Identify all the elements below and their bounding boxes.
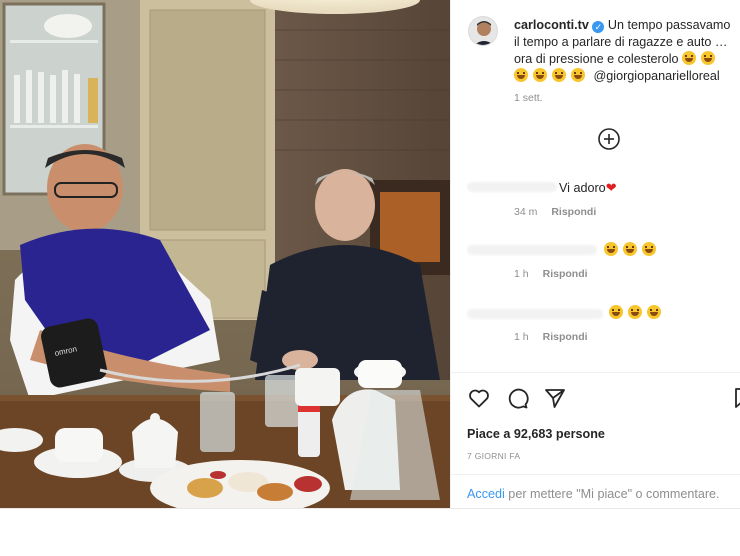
- plus-circle-icon: [598, 128, 620, 150]
- post-date[interactable]: 7 GIORNI FA: [467, 451, 520, 461]
- divider: [451, 474, 740, 475]
- laughing-emoji-icon: [682, 51, 720, 66]
- caption-timestamp: 1 sett.: [514, 92, 543, 104]
- comment-meta: 1 h Rispondi: [514, 268, 588, 280]
- avatar-image: [469, 17, 497, 45]
- heart-emoji-icon: ❤: [605, 180, 617, 195]
- comment-button[interactable]: [505, 386, 529, 410]
- reply-button[interactable]: Rispondi: [551, 206, 596, 218]
- divider: [451, 372, 740, 373]
- mention-link[interactable]: @giorgiopanarielloreal: [594, 69, 720, 83]
- blurred-username: [467, 182, 557, 192]
- comment-meta: 1 h Rispondi: [514, 331, 588, 343]
- comment-item: [609, 305, 666, 320]
- comment-item: [604, 242, 661, 257]
- laughing-emoji-icon: [514, 68, 590, 83]
- blurred-username: [467, 245, 597, 255]
- load-more-comments-button[interactable]: [597, 127, 621, 151]
- avatar[interactable]: [468, 16, 498, 46]
- page-footer-strip: [0, 508, 740, 556]
- laughing-emoji-icon: [609, 305, 666, 320]
- comment-meta: 34 m Rispondi: [514, 206, 596, 218]
- heart-outline-icon: [469, 389, 489, 408]
- photo-illustration: omron: [0, 0, 450, 508]
- comment-icon: [508, 388, 529, 409]
- post-photo[interactable]: omron: [0, 0, 450, 508]
- login-prompt: Accedi per mettere "Mi piace" o commenta…: [467, 487, 720, 501]
- comment-item: Vi adoro❤: [559, 180, 617, 196]
- post-caption: carloconti.tv ✓ Un tempo passavamo il te…: [514, 17, 738, 85]
- laughing-emoji-icon: [604, 242, 661, 257]
- username-link[interactable]: carloconti.tv: [514, 18, 589, 32]
- login-link[interactable]: Accedi: [467, 487, 505, 501]
- reply-button[interactable]: Rispondi: [543, 331, 588, 343]
- save-button[interactable]: [731, 386, 740, 410]
- login-prompt-text: per mettere "Mi piace" o commentare.: [504, 487, 720, 501]
- comment-text: Vi adoro: [559, 181, 606, 195]
- reply-button[interactable]: Rispondi: [543, 268, 588, 280]
- comment-timestamp: 1 h: [514, 331, 529, 343]
- share-icon: [545, 389, 565, 408]
- like-button[interactable]: [467, 386, 491, 410]
- bookmark-icon: [735, 388, 740, 408]
- comment-timestamp: 1 h: [514, 268, 529, 280]
- post-sidebar: carloconti.tv ✓ Un tempo passavamo il te…: [450, 0, 740, 508]
- share-button[interactable]: [543, 386, 567, 410]
- verified-badge-icon: ✓: [592, 21, 605, 33]
- likes-count[interactable]: Piace a 92,683 persone: [467, 427, 605, 441]
- blurred-username: [467, 309, 603, 319]
- comment-timestamp: 34 m: [514, 206, 538, 218]
